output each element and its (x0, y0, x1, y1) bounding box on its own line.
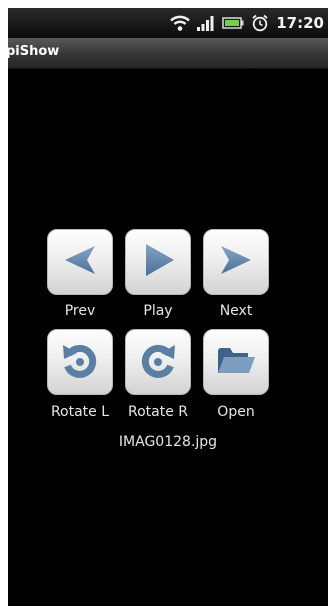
play-label: Play (143, 303, 173, 319)
open-label: Open (217, 404, 255, 420)
rotate-left-label: Rotate L (50, 404, 110, 420)
next-label: Next (219, 303, 253, 319)
folder-open-icon (216, 344, 256, 380)
rotate-right-icon (139, 341, 177, 383)
arrow-right-icon (217, 244, 255, 280)
play-button[interactable] (125, 229, 191, 295)
rotate-right-button[interactable] (125, 329, 191, 395)
next-button[interactable] (203, 229, 269, 295)
status-bar: 17:20 (8, 8, 328, 38)
play-icon (140, 242, 176, 282)
signal-icon (197, 15, 215, 31)
prev-button[interactable] (47, 229, 113, 295)
open-button[interactable] (203, 329, 269, 395)
rotate-left-button[interactable] (47, 329, 113, 395)
prev-label: Prev (64, 303, 96, 319)
rotate-right-label: Rotate R (127, 404, 188, 420)
title-bar: piShow (8, 38, 328, 69)
rotate-left-icon (61, 341, 99, 383)
app-title: piShow (8, 44, 60, 59)
arrow-left-icon (61, 244, 99, 280)
status-icons: 17:20 (170, 8, 324, 38)
status-time: 17:20 (276, 14, 324, 32)
battery-icon (222, 16, 244, 30)
wifi-icon (170, 15, 191, 31)
current-filename: IMAG0128.jpg (118, 434, 218, 450)
alarm-icon (251, 14, 269, 32)
app-screen: 17:20 piShow Prev Play Next Rotate L Rot… (8, 8, 328, 606)
